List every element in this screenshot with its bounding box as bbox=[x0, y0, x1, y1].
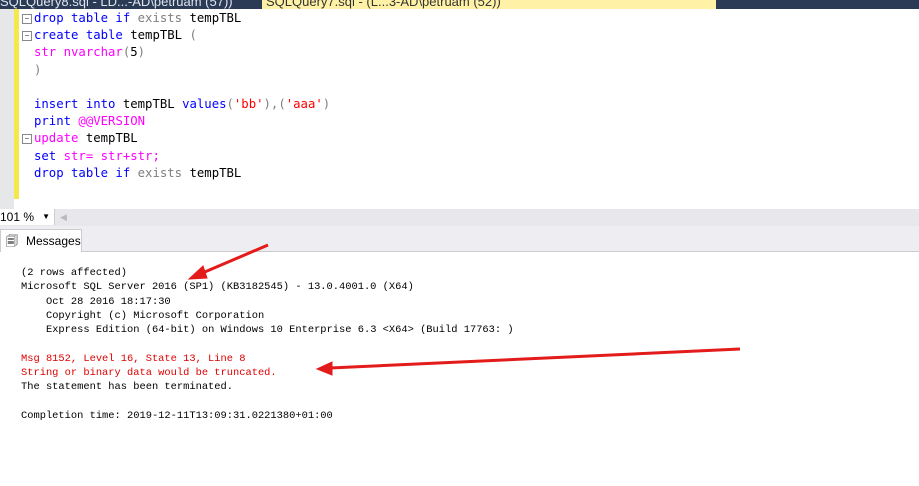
code-token: 5 bbox=[130, 45, 138, 60]
message-line: Express Edition (64-bit) on Windows 10 E… bbox=[21, 324, 514, 337]
code-token: ( bbox=[226, 96, 234, 111]
code-token: values bbox=[182, 96, 227, 111]
code-line[interactable]: − create table tempTBL ( bbox=[22, 27, 330, 44]
message-line bbox=[21, 395, 514, 409]
collapse-icon[interactable]: − bbox=[22, 14, 32, 24]
code-line[interactable]: print @@VERSION bbox=[34, 113, 330, 130]
error-message-line: String or binary data would be truncated… bbox=[21, 367, 277, 380]
tab-sqlquery8[interactable]: SQLQuery8.sql - LD...-AD\petruam (57)) bbox=[0, 0, 233, 9]
code-token: 'aaa' bbox=[285, 96, 323, 111]
code-token: exists bbox=[137, 11, 190, 25]
error-message-line: Msg 8152, Level 16, State 13, Line 8 bbox=[21, 352, 246, 365]
message-line: Microsoft SQL Server 2016 (SP1) (KB31825… bbox=[21, 281, 414, 294]
collapse-icon[interactable]: − bbox=[22, 134, 32, 145]
code-line[interactable]: set str= str+str; bbox=[34, 148, 330, 165]
code-token: insert into bbox=[34, 96, 123, 111]
message-line bbox=[21, 337, 514, 351]
tab-messages[interactable]: 🗐 Messages bbox=[0, 229, 82, 252]
code-line[interactable]: drop table if exists tempTBL bbox=[34, 165, 330, 182]
messages-pane[interactable]: (2 rows affected) Microsoft SQL Server 20… bbox=[21, 266, 514, 423]
code-token: drop table if bbox=[34, 11, 138, 25]
code-token: drop table if bbox=[34, 165, 138, 180]
code-token: print bbox=[34, 114, 79, 129]
document-tabs: SQLQuery8.sql - LD...-AD\petruam (57)) S… bbox=[0, 0, 919, 9]
message-line: The statement has been terminated. bbox=[21, 381, 234, 394]
scroll-left-icon[interactable]: ◀ bbox=[60, 212, 67, 223]
code-token: @@VERSION bbox=[78, 114, 146, 129]
code-token: ) bbox=[34, 62, 42, 77]
code-token: str= str+str; bbox=[63, 148, 160, 163]
code-token: str nvarchar bbox=[34, 45, 123, 60]
change-tracking-bar bbox=[14, 9, 19, 199]
code-token: 'bb' bbox=[233, 96, 264, 111]
results-tabs: 🗐 Messages bbox=[0, 226, 919, 252]
code-token: set bbox=[34, 148, 64, 163]
chevron-down-icon[interactable]: ▼ bbox=[42, 209, 50, 225]
code-line[interactable]: − update tempTBL bbox=[22, 130, 330, 147]
zoom-dropdown[interactable]: 101 % ▼ bbox=[0, 209, 55, 225]
code-line[interactable]: ) bbox=[34, 62, 330, 79]
message-line: Completion time: 2019-12-11T13:09:31.022… bbox=[21, 409, 333, 422]
code-line[interactable] bbox=[34, 79, 330, 96]
code-line[interactable]: − drop table if exists tempTBL bbox=[22, 10, 330, 27]
code-token: ) bbox=[137, 45, 146, 60]
code-token: tempTBL bbox=[189, 11, 242, 25]
code-area[interactable]: − drop table if exists tempTBL − create tab… bbox=[22, 10, 330, 182]
code-token: exists bbox=[137, 165, 190, 180]
message-line: Copyright (c) Microsoft Corporation bbox=[21, 309, 265, 322]
code-token: create table bbox=[34, 28, 131, 43]
zoom-value: 101 % bbox=[0, 210, 35, 224]
messages-icon: 🗐 bbox=[6, 234, 18, 248]
code-token: tempTBL bbox=[130, 28, 190, 43]
message-line: Oct 28 2016 18:17:30 bbox=[21, 295, 171, 308]
code-token: ),( bbox=[263, 96, 286, 111]
collapse-icon[interactable]: − bbox=[22, 31, 32, 42]
code-token: update bbox=[34, 131, 86, 146]
code-token: tempTBL bbox=[189, 165, 242, 180]
tab-messages-label: Messages bbox=[26, 234, 81, 248]
editor-gutter bbox=[0, 9, 14, 209]
query-editor[interactable]: − drop table if exists tempTBL − create tab… bbox=[0, 9, 919, 209]
code-token: tempTBL bbox=[122, 96, 183, 111]
code-line[interactable]: insert into tempTBL values('bb'),('aaa') bbox=[34, 96, 330, 113]
message-line: (2 rows affected) bbox=[21, 267, 128, 279]
code-token: tempTBL bbox=[85, 131, 138, 146]
code-line[interactable]: str nvarchar(5) bbox=[34, 44, 330, 61]
code-token: ( bbox=[189, 28, 197, 43]
code-token: ) bbox=[322, 96, 331, 111]
tab-sqlquery7[interactable]: SQLQuery7.sql - (L...3-AD\petruam (52)) bbox=[262, 0, 716, 9]
editor-status-bar: 101 % ▼ ◀ bbox=[0, 209, 919, 226]
